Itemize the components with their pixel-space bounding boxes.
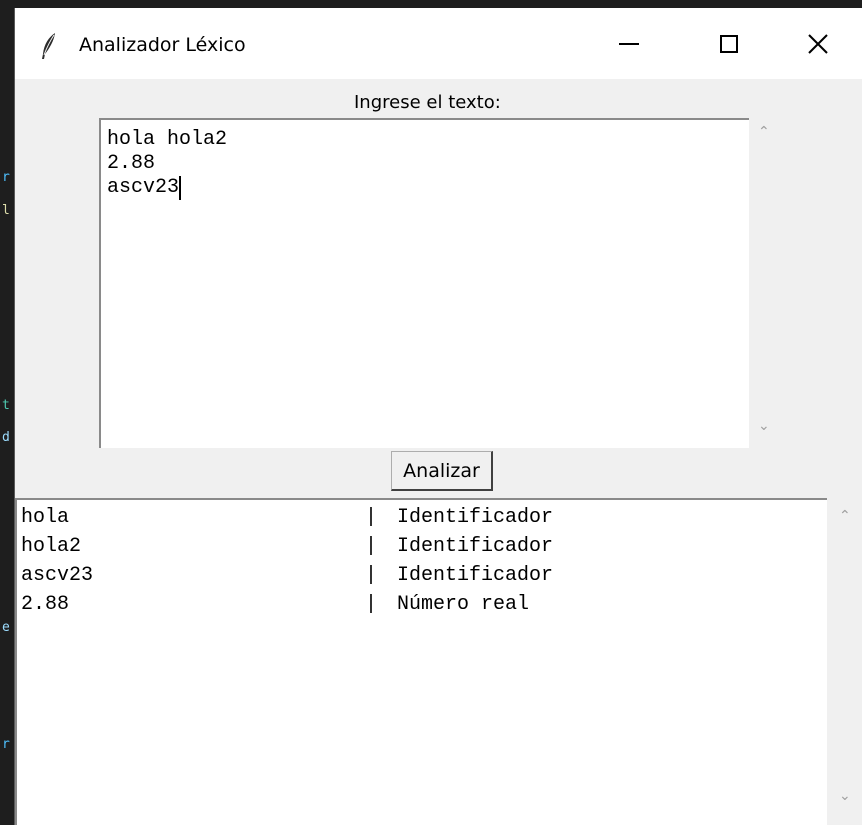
token-separator: | [365, 564, 378, 587]
input-text-content: hola hola2 2.88 ascv23 [107, 128, 228, 199]
feather-icon [42, 33, 55, 59]
token-type: Número real [397, 593, 530, 616]
token-row: hola | Identificador [21, 506, 553, 535]
input-label: Ingrese el texto: [354, 92, 501, 113]
token-separator: | [365, 506, 378, 529]
background-editor-glyph: r [2, 737, 10, 752]
chevron-down-icon[interactable]: ⌄ [839, 788, 851, 804]
close-icon [808, 33, 828, 54]
chevron-up-icon[interactable]: ⌃ [839, 508, 851, 524]
background-editor-glyph: e [2, 620, 10, 635]
output-textarea[interactable]: hola | Identificador hola2 | Identificad… [15, 498, 827, 825]
window-title: Analizador Léxico [79, 34, 246, 56]
minimize-button[interactable] [584, 8, 674, 79]
close-button[interactable] [773, 8, 862, 79]
token-type: Identificador [397, 506, 554, 529]
token-list: hola | Identificador hola2 | Identificad… [21, 506, 553, 622]
maximize-icon [720, 34, 738, 53]
token-type: Identificador [397, 564, 554, 587]
token-row: ascv23 | Identificador [21, 564, 553, 593]
token-value: hola2 [21, 535, 82, 558]
token-value: hola [21, 506, 70, 529]
background-editor-glyph: r [2, 170, 10, 185]
token-separator: | [365, 593, 378, 616]
title-bar[interactable]: Analizador Léxico [15, 8, 862, 79]
analyze-button[interactable]: Analizar [391, 451, 493, 491]
maximize-button[interactable] [684, 8, 774, 79]
background-editor-glyph: l [2, 203, 10, 218]
token-value: 2.88 [21, 593, 70, 616]
text-caret [179, 176, 182, 200]
token-separator: | [365, 535, 378, 558]
chevron-up-icon[interactable]: ⌃ [758, 124, 770, 140]
token-type: Identificador [397, 535, 554, 558]
background-editor-glyph: t [2, 398, 10, 413]
token-value: ascv23 [21, 564, 94, 587]
background-editor: r l t d e r [0, 0, 14, 825]
token-row: 2.88 | Número real [21, 593, 553, 622]
app-window: Analizador Léxico Ingrese el texto: hola… [14, 8, 862, 825]
minimize-icon [619, 42, 639, 45]
input-text[interactable]: hola hola2 2.88 ascv23 [107, 128, 227, 200]
background-editor-glyph: d [2, 430, 10, 445]
input-textarea[interactable]: hola hola2 2.88 ascv23 [99, 118, 749, 448]
chevron-down-icon[interactable]: ⌄ [758, 418, 770, 434]
token-row: hola2 | Identificador [21, 535, 553, 564]
output-scrollbar[interactable]: ⌃ ⌄ [827, 498, 862, 825]
input-scrollbar[interactable]: ⌃ ⌄ [749, 118, 781, 448]
